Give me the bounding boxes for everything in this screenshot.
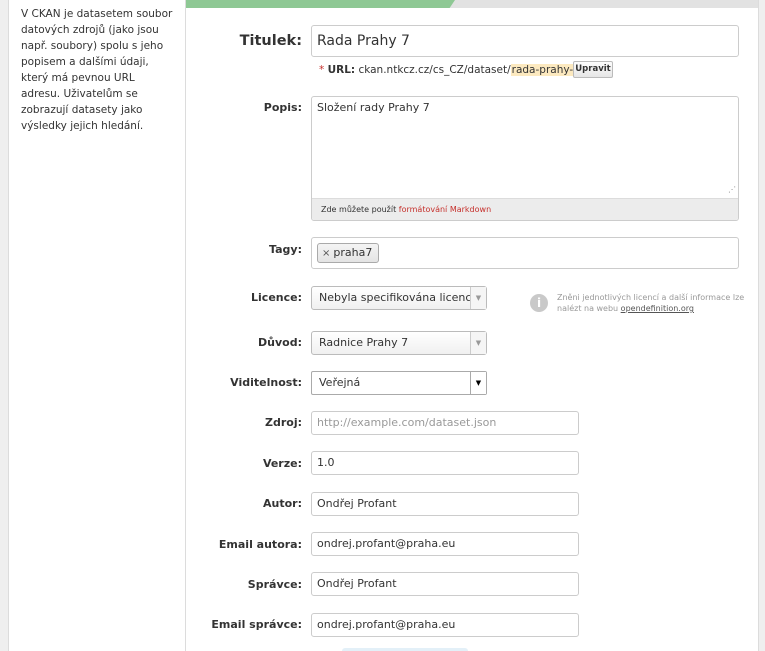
info-icon: i [530,294,548,312]
visibility-select[interactable]: Veřejná ▼ [311,371,487,395]
maintainer-email-label: Email správce: [211,618,302,631]
required-mark: * [319,64,325,76]
license-label: Licence: [251,291,302,304]
resize-grip-icon[interactable]: ⋰ [728,185,736,194]
markdown-link[interactable]: formátování Markdown [399,205,491,214]
url-label: URL: [327,64,356,76]
version-input[interactable]: 1.0 [311,451,579,475]
author-label: Autor: [263,497,302,510]
tags-input[interactable]: × praha7 [311,237,739,269]
remove-tag-icon[interactable]: × [322,248,330,259]
progress-bar [186,0,455,8]
visibility-label: Viditelnost: [230,376,302,389]
maintainer-input[interactable]: Ondřej Profant [311,572,579,596]
maintainer-email-input[interactable]: ondrej.profant@praha.eu [311,613,579,637]
title-input[interactable]: Rada Prahy 7 [311,25,739,57]
visibility-value: Veřejná [319,376,361,389]
title-label: Titulek: [239,33,302,49]
author-email-label: Email autora: [218,538,302,551]
url-line: * URL: ckan.ntkcz.cz/cs_CZ/dataset/rada-… [319,64,581,76]
url-slug: rada-prahy-7 [510,64,581,76]
reason-label: Důvod: [258,336,302,349]
sidebar-description: V CKAN je datasetem soubor datových zdro… [21,8,173,132]
description-text: Složení rady Prahy 7 [317,101,430,114]
reason-value: Radnice Prahy 7 [319,336,409,349]
author-input[interactable]: Ondřej Profant [311,492,579,516]
tag-chip: × praha7 [317,243,380,263]
maintainer-label: Správce: [247,578,302,591]
license-select[interactable]: Nebyla specifikována licence ▼ [311,286,487,310]
source-label: Zdroj: [264,416,302,429]
sidebar: V CKAN je datasetem soubor datových zdro… [8,0,186,651]
license-value: Nebyla specifikována licence [319,291,479,304]
reason-select[interactable]: Radnice Prahy 7 ▼ [311,331,487,355]
tag-label: praha7 [333,246,373,259]
markdown-hint: Zde můžete použít formátování Markdown [312,198,738,220]
page-edge [758,0,765,651]
chevron-down-icon: ▼ [470,287,486,309]
edit-url-button[interactable]: Upravit [573,61,613,78]
url-prefix: ckan.ntkcz.cz/cs_CZ/dataset/ [358,64,511,76]
markdown-hint-text: Zde můžete použít [321,205,397,214]
chevron-down-icon: ▼ [470,332,486,354]
author-email-input[interactable]: ondrej.profant@praha.eu [311,532,579,556]
source-input[interactable]: http://example.com/dataset.json [311,411,579,435]
description-label: Popis: [263,101,302,114]
description-textarea[interactable]: Složení rady Prahy 7 ⋰ Zde můžete použít… [311,96,739,221]
opendefinition-link[interactable]: opendefinition.org [621,304,694,313]
version-label: Verze: [262,457,302,470]
chevron-down-icon: ▼ [470,372,486,394]
license-info-text: Zněni jednotlivých licencí a další infor… [557,292,757,314]
tags-label: Tagy: [269,243,302,256]
